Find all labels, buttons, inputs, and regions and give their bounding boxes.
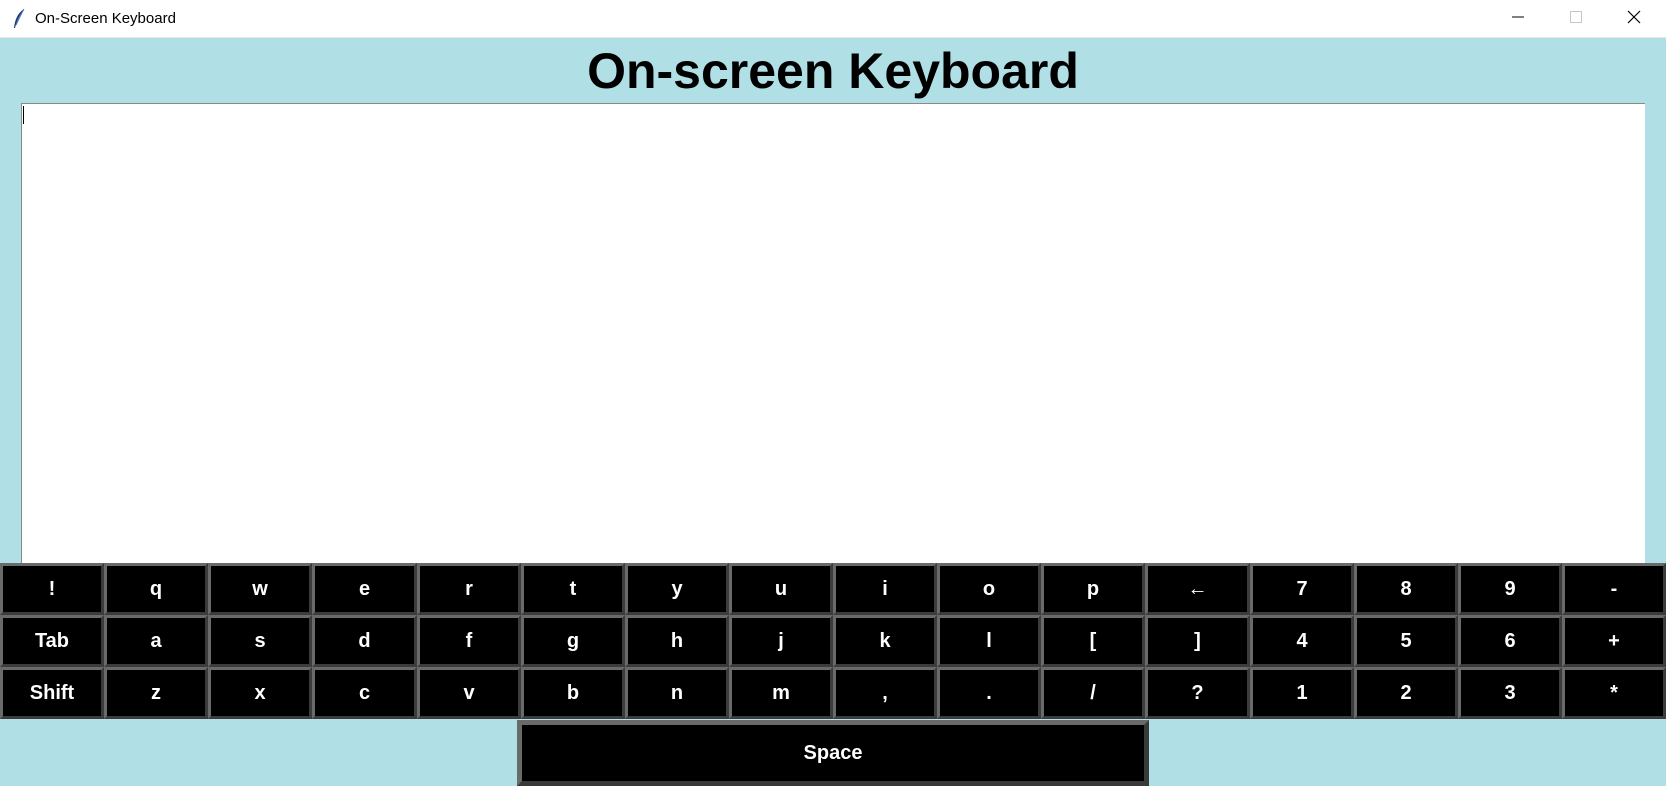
key-2-10[interactable]: / <box>1041 667 1145 719</box>
key-2-5[interactable]: b <box>521 667 625 719</box>
key-1-15[interactable]: + <box>1562 615 1666 667</box>
key-0-12[interactable]: 7 <box>1250 563 1354 615</box>
key-2-11[interactable]: ? <box>1145 667 1250 719</box>
key-1-11[interactable]: ] <box>1145 615 1250 667</box>
space-key[interactable]: Space <box>517 720 1149 786</box>
key-0-3[interactable]: e <box>312 563 417 615</box>
key-1-13[interactable]: 5 <box>1354 615 1458 667</box>
key-0-14[interactable]: 9 <box>1458 563 1562 615</box>
key-0-5[interactable]: t <box>521 563 625 615</box>
page-title: On-screen Keyboard <box>587 43 1079 99</box>
key-2-4[interactable]: v <box>417 667 521 719</box>
key-1-12[interactable]: 4 <box>1250 615 1354 667</box>
key-2-8[interactable]: , <box>833 667 937 719</box>
key-0-7[interactable]: u <box>729 563 833 615</box>
text-caret <box>23 106 24 124</box>
key-0-1[interactable]: q <box>104 563 208 615</box>
key-0-9[interactable]: o <box>937 563 1041 615</box>
maximize-button[interactable] <box>1547 0 1605 38</box>
key-2-3[interactable]: c <box>312 667 417 719</box>
key-1-14[interactable]: 6 <box>1458 615 1562 667</box>
key-0-2[interactable]: w <box>208 563 312 615</box>
key-0-10[interactable]: p <box>1041 563 1145 615</box>
key-1-7[interactable]: j <box>729 615 833 667</box>
key-2-14[interactable]: 3 <box>1458 667 1562 719</box>
key-2-6[interactable]: n <box>625 667 729 719</box>
key-1-0[interactable]: Tab <box>0 615 104 667</box>
key-1-8[interactable]: k <box>833 615 937 667</box>
key-0-15[interactable]: - <box>1562 563 1666 615</box>
key-1-1[interactable]: a <box>104 615 208 667</box>
key-2-7[interactable]: m <box>729 667 833 719</box>
key-2-13[interactable]: 2 <box>1354 667 1458 719</box>
key-2-2[interactable]: x <box>208 667 312 719</box>
key-2-12[interactable]: 1 <box>1250 667 1354 719</box>
close-icon <box>1627 10 1641 29</box>
key-0-4[interactable]: r <box>417 563 521 615</box>
text-input-area[interactable] <box>21 103 1645 563</box>
close-button[interactable] <box>1605 0 1663 38</box>
key-2-0[interactable]: Shift <box>0 667 104 719</box>
keyboard-panel: ! q w e r t y u i o p ← 7 8 9- Tab a s d f g h j k l[] 4 5 6 + Shift z… <box>0 563 1666 719</box>
key-2-1[interactable]: z <box>104 667 208 719</box>
title-bar: On-Screen Keyboard <box>0 0 1666 38</box>
key-1-4[interactable]: f <box>417 615 521 667</box>
key-1-2[interactable]: s <box>208 615 312 667</box>
key-1-10[interactable]: [ <box>1041 615 1145 667</box>
minimize-icon <box>1511 10 1525 29</box>
key-2-15[interactable]: * <box>1562 667 1666 719</box>
key-0-13[interactable]: 8 <box>1354 563 1458 615</box>
key-1-5[interactable]: g <box>521 615 625 667</box>
maximize-icon <box>1569 10 1583 29</box>
key-1-9[interactable]: l <box>937 615 1041 667</box>
minimize-button[interactable] <box>1489 0 1547 38</box>
window-title: On-Screen Keyboard <box>35 10 176 27</box>
key-1-6[interactable]: h <box>625 615 729 667</box>
key-1-3[interactable]: d <box>312 615 417 667</box>
key-0-0[interactable]: ! <box>0 563 104 615</box>
key-2-9[interactable]: . <box>937 667 1041 719</box>
feather-icon <box>12 8 26 30</box>
key-0-8[interactable]: i <box>833 563 937 615</box>
key-0-11[interactable]: ← <box>1145 563 1250 615</box>
key-0-6[interactable]: y <box>625 563 729 615</box>
